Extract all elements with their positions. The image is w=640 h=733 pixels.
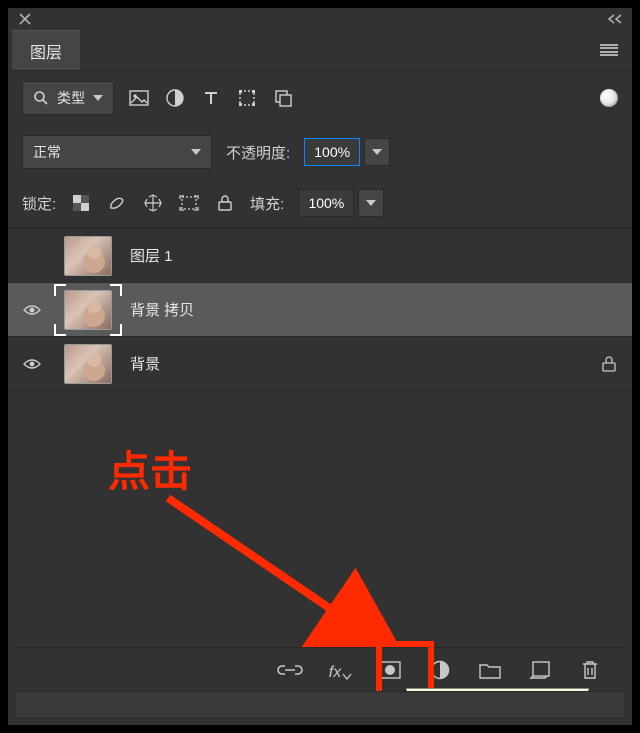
layer-name[interactable]: 背景 (130, 353, 582, 374)
fill-dropdown-button[interactable] (358, 189, 384, 217)
close-icon[interactable] (14, 8, 36, 30)
eye-icon (23, 358, 41, 370)
blend-mode-label: 正常 (33, 142, 61, 162)
filter-image-icon[interactable] (128, 87, 150, 109)
layer-thumbnail[interactable] (64, 236, 112, 276)
delete-layer-icon[interactable] (578, 658, 602, 682)
opacity-input[interactable] (304, 138, 360, 166)
chevron-down-icon (93, 95, 103, 101)
layer-row[interactable]: 图层 1 (8, 228, 632, 282)
tab-label: 图层 (30, 39, 62, 63)
filter-shape-icon[interactable] (236, 87, 258, 109)
layers-list: 图层 1 背景 拷贝 背景 (8, 228, 632, 391)
opacity-label: 不透明度: (226, 142, 290, 163)
filter-toggle[interactable] (600, 89, 618, 107)
panel-topbar (8, 8, 632, 30)
group-icon[interactable] (478, 658, 502, 682)
chevron-down-icon (191, 149, 201, 155)
lock-paint-icon[interactable] (106, 192, 128, 214)
filter-toolbar: 类型 (8, 71, 632, 125)
layer-lock-icon (596, 356, 622, 372)
tabbar: 图层 (8, 30, 632, 70)
layer-thumbnail[interactable] (64, 344, 112, 384)
layer-style-icon[interactable]: fx (328, 658, 352, 682)
tab-layers[interactable]: 图层 (12, 30, 80, 70)
fill-input[interactable] (298, 189, 354, 217)
layer-thumbnail[interactable] (64, 290, 112, 330)
visibility-toggle[interactable] (18, 304, 46, 316)
layer-name[interactable]: 图层 1 (130, 245, 582, 266)
filter-label: 类型 (57, 88, 85, 108)
statusbar (16, 691, 624, 717)
blend-mode-dropdown[interactable]: 正常 (22, 135, 212, 169)
link-layers-icon[interactable] (278, 658, 302, 682)
lock-toolbar: 锁定: 填充: (8, 179, 632, 227)
filter-smartobject-icon[interactable] (272, 87, 294, 109)
layer-filter-dropdown[interactable]: 类型 (22, 81, 114, 115)
lock-position-icon[interactable] (142, 192, 164, 214)
filter-adjust-icon[interactable] (164, 87, 186, 109)
opacity-dropdown-button[interactable] (364, 138, 390, 166)
lock-artboard-icon[interactable] (178, 192, 200, 214)
visibility-toggle[interactable] (18, 358, 46, 370)
panel-menu-icon[interactable] (600, 44, 618, 56)
layer-row[interactable]: 背景 (8, 336, 632, 390)
blend-toolbar: 正常 不透明度: (8, 125, 632, 179)
collapse-icon[interactable] (604, 8, 626, 30)
filter-text-icon[interactable] (200, 87, 222, 109)
lock-all-icon[interactable] (214, 192, 236, 214)
lock-label: 锁定: (22, 193, 56, 214)
layer-name[interactable]: 背景 拷贝 (130, 299, 582, 320)
new-layer-icon[interactable] (528, 658, 552, 682)
layer-row[interactable]: 背景 拷贝 (8, 282, 632, 336)
search-icon (33, 90, 49, 106)
fill-label: 填充: (250, 193, 284, 214)
footer-toolbar: fx (16, 647, 624, 691)
eye-icon (23, 304, 41, 316)
lock-transparency-icon[interactable] (70, 192, 92, 214)
